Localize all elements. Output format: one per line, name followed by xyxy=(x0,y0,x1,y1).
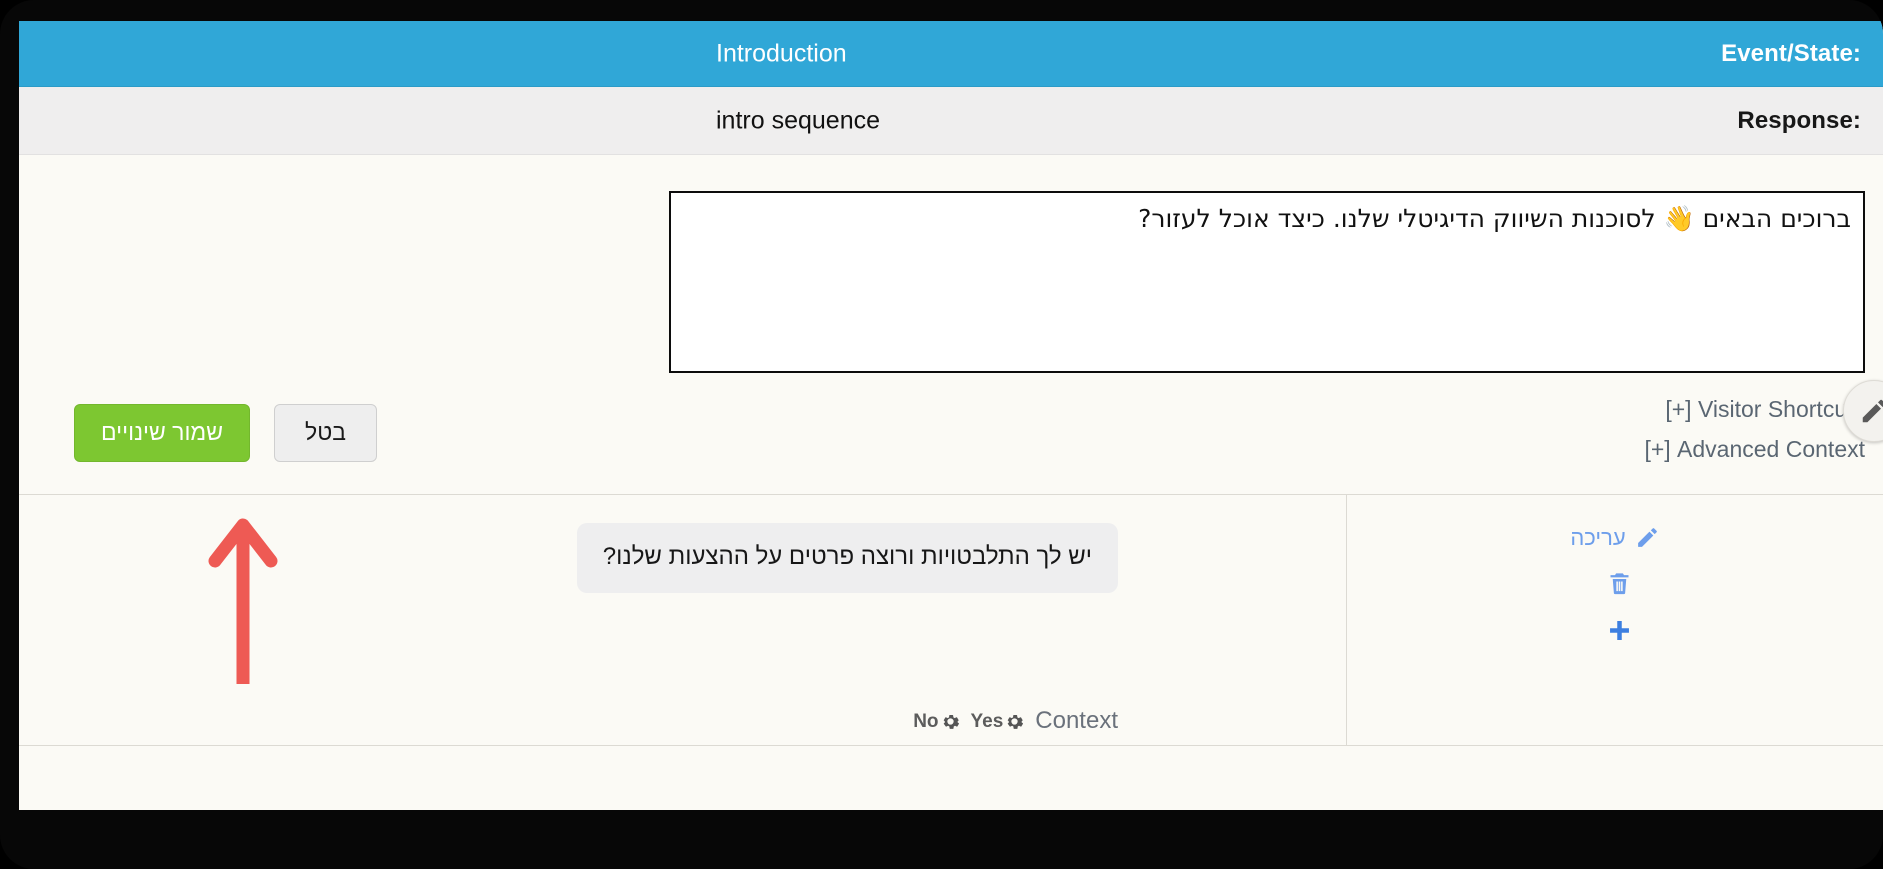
context-yes-label: Yes xyxy=(970,710,1004,732)
response-value: intro sequence xyxy=(716,106,881,134)
event-state-label: :Event/State xyxy=(1721,39,1861,67)
context-label: Context xyxy=(1035,707,1118,734)
advanced-context-toggle[interactable]: Advanced Context [+] xyxy=(1644,430,1865,470)
pencil-icon xyxy=(1635,525,1660,550)
context-yes-option[interactable]: Yes xyxy=(971,711,1026,732)
trash-icon xyxy=(1606,570,1633,597)
row-actions-column: עריכה xyxy=(1346,495,1883,745)
footer-spacer xyxy=(19,746,1883,772)
editor-action-row: Visitor Shortcuts [+] Advanced Context [… xyxy=(19,378,1883,494)
reply-textarea-wrapper xyxy=(669,191,1865,378)
cancel-button[interactable]: בטל xyxy=(274,404,377,462)
reply-textarea[interactable] xyxy=(669,191,1865,373)
plus-icon xyxy=(1606,617,1633,644)
response-editor: Visitor Shortcuts [+] Advanced Context [… xyxy=(19,155,1883,494)
device-frame: :Event/State Introduction :Response intr… xyxy=(0,0,1883,869)
edit-action-label: עריכה xyxy=(1570,524,1626,550)
delete-action[interactable] xyxy=(1597,570,1633,597)
event-state-bar: :Event/State Introduction xyxy=(19,21,1883,87)
editor-top-spacer xyxy=(19,155,1883,191)
message-bubble: יש לך התלבטויות ורוצה פרטים על ההצעות של… xyxy=(576,523,1118,593)
context-no-option[interactable]: No xyxy=(913,711,960,732)
gear-icon xyxy=(940,711,961,732)
edit-action[interactable]: עריכה xyxy=(1570,525,1659,550)
collapsible-links: Visitor Shortcuts [+] Advanced Context [… xyxy=(1644,390,1865,469)
response-label: :Response xyxy=(1737,106,1861,134)
save-changes-button[interactable]: שמור שינויים xyxy=(74,404,251,462)
app-viewport: :Event/State Introduction :Response intr… xyxy=(19,21,1883,810)
response-bar: :Response intro sequence xyxy=(19,87,1883,155)
context-row: Context Yes No xyxy=(913,709,1118,733)
context-no-label: No xyxy=(913,710,939,732)
gear-icon xyxy=(1004,711,1025,732)
visitor-shortcuts-toggle[interactable]: Visitor Shortcuts [+] xyxy=(1644,390,1865,430)
add-action[interactable] xyxy=(1597,617,1633,644)
message-column: יש לך התלבטויות ורוצה פרטים על ההצעות של… xyxy=(19,495,1346,745)
event-state-value: Introduction xyxy=(716,39,847,67)
message-section: עריכה יש לך התלבטויות ורוצה פרטים על ההצ… xyxy=(19,495,1883,745)
pencil-icon xyxy=(1859,396,1883,426)
editor-buttons: שמור שינויים בטל xyxy=(74,404,377,462)
